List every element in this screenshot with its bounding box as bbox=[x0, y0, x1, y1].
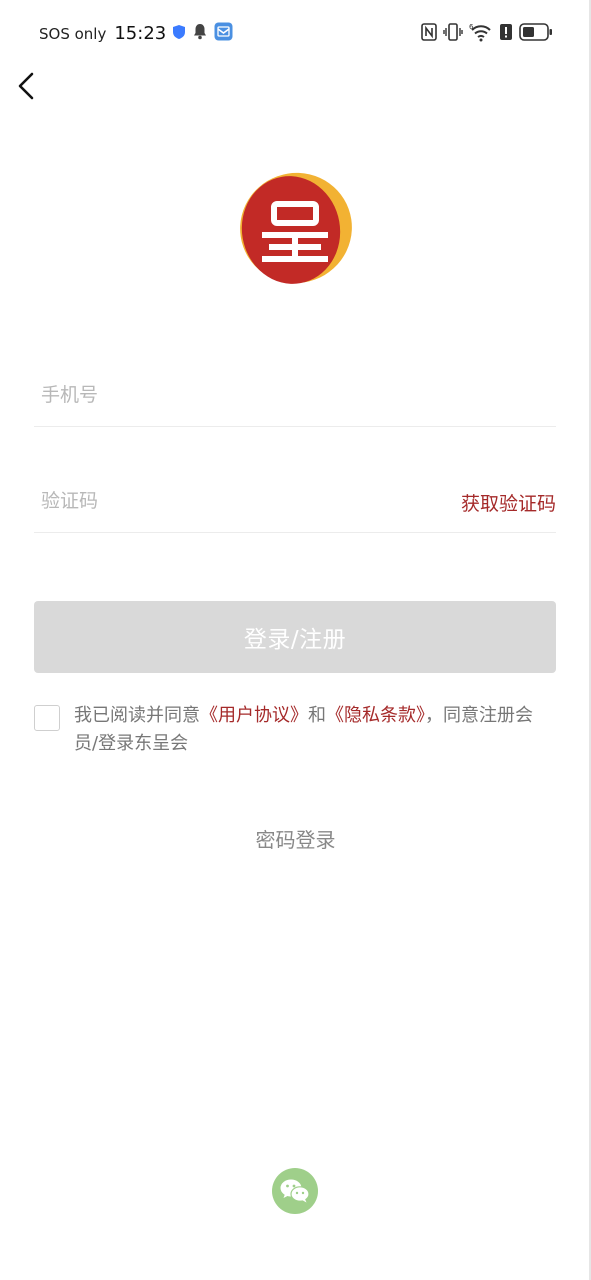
phone-input[interactable] bbox=[41, 380, 421, 410]
nfc-icon bbox=[421, 23, 437, 45]
password-login-row: 密码登录 bbox=[0, 824, 591, 853]
wechat-icon bbox=[280, 1179, 310, 1203]
privacy-policy-link[interactable]: 《隐私条款》 bbox=[326, 705, 425, 726]
wechat-login-button[interactable] bbox=[272, 1168, 318, 1214]
carrier-text: SOS only bbox=[39, 24, 107, 43]
status-bar-right: 6 bbox=[421, 22, 553, 46]
agreement-text: 我已阅读并同意《用户协议》和《隐私条款》，同意注册会员/登录东呈会 bbox=[74, 702, 556, 758]
agreement-and: 和 bbox=[308, 705, 326, 726]
agreement-checkbox[interactable] bbox=[34, 705, 60, 731]
shield-icon bbox=[172, 24, 186, 44]
app-logo bbox=[236, 170, 354, 288]
clock-time: 15:23 bbox=[114, 23, 167, 44]
status-bar: SOS only 15:23 6 bbox=[0, 0, 591, 66]
verification-code-input[interactable] bbox=[41, 486, 421, 516]
back-button[interactable] bbox=[10, 66, 50, 106]
get-code-button[interactable]: 获取验证码 bbox=[461, 489, 556, 516]
phone-field-row bbox=[34, 366, 556, 427]
user-agreement-link[interactable]: 《用户协议》 bbox=[200, 705, 308, 726]
vibrate-icon bbox=[443, 23, 463, 45]
code-field-row: 获取验证码 bbox=[34, 472, 556, 533]
app-notification-icon bbox=[214, 22, 233, 45]
login-register-button[interactable]: 登录/注册 bbox=[34, 601, 556, 673]
agreement-prefix: 我已阅读并同意 bbox=[74, 705, 200, 726]
wifi-icon: 6 bbox=[469, 22, 493, 46]
chevron-left-icon bbox=[18, 72, 34, 100]
status-bar-left: SOS only 15:23 bbox=[39, 22, 233, 45]
password-login-link[interactable]: 密码登录 bbox=[256, 828, 336, 852]
alert-icon bbox=[499, 23, 513, 45]
bell-icon bbox=[192, 23, 208, 44]
battery-icon bbox=[519, 23, 553, 45]
